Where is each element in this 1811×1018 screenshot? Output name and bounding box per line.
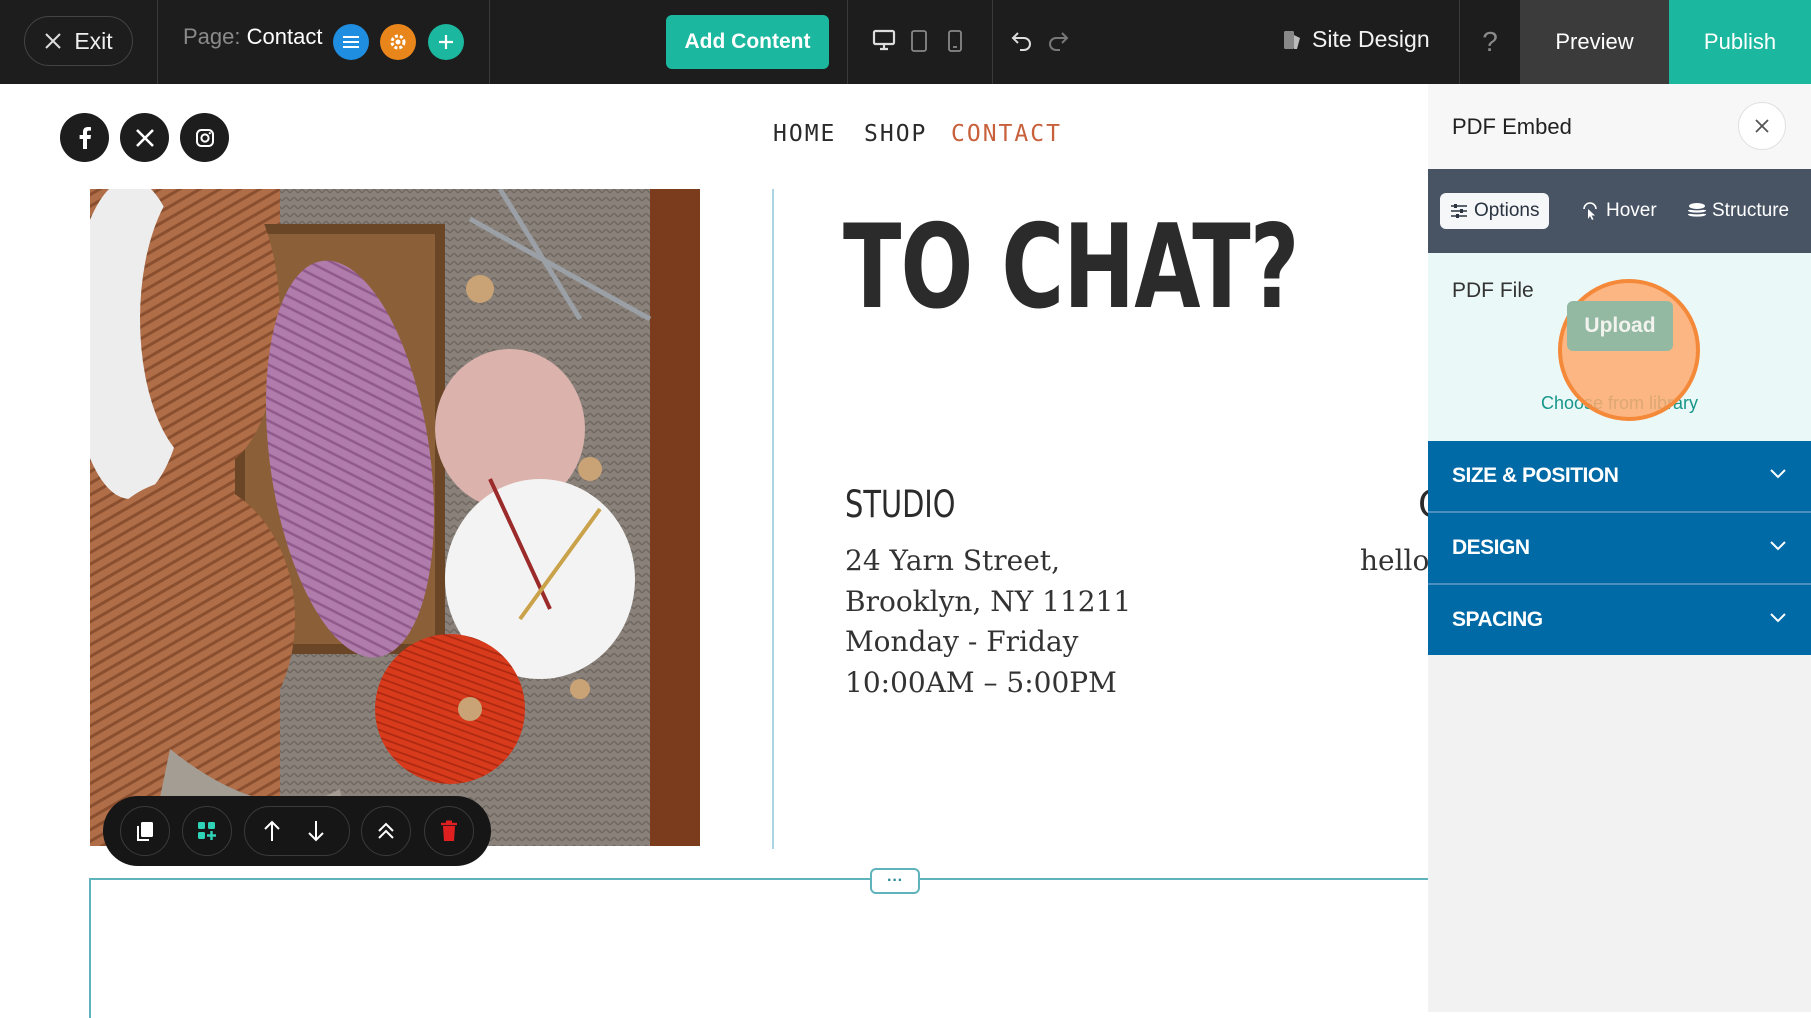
exit-label: Exit — [74, 27, 113, 54]
help-button[interactable]: ? — [1460, 0, 1520, 84]
size-position-section[interactable]: SIZE & POSITION — [1428, 441, 1811, 511]
close-icon — [1754, 118, 1770, 134]
gear-icon — [388, 32, 408, 52]
site-design-label: Site Design — [1312, 26, 1430, 52]
pdf-file-section: PDF File Choose from library Upload — [1428, 253, 1811, 441]
spacing-label: SPACING — [1452, 608, 1543, 631]
panel-title: PDF Embed — [1452, 114, 1572, 139]
pdf-file-label: PDF File — [1452, 279, 1534, 302]
plus-icon — [437, 33, 455, 51]
tab-structure-label: Structure — [1712, 200, 1790, 221]
tab-hover-label: Hover — [1606, 200, 1657, 221]
site-design-icon — [1282, 29, 1302, 51]
column-divider — [772, 189, 774, 849]
address-line: Monday - Friday — [845, 625, 1079, 658]
tab-options[interactable]: Options — [1440, 193, 1550, 229]
delete-button[interactable] — [424, 806, 474, 856]
desktop-icon[interactable] — [872, 29, 896, 51]
chevron-down-icon — [1769, 468, 1787, 480]
page-headline: TO CHAT? — [843, 200, 1299, 335]
instagram-link[interactable] — [180, 113, 229, 162]
address-line: Brooklyn, NY 11211 — [845, 585, 1132, 618]
stack-icon — [1688, 202, 1706, 220]
toolbar-divider — [489, 0, 490, 84]
top-toolbar: Exit Page: Contact Add Content Site Desi… — [0, 0, 1811, 84]
page-list-button[interactable] — [333, 24, 369, 60]
chevron-down-icon — [1769, 540, 1787, 552]
element-toolbar — [103, 796, 491, 866]
tab-hover[interactable]: Hover — [1580, 193, 1657, 229]
sliders-icon — [1450, 203, 1468, 219]
duplicate-button[interactable] — [120, 806, 170, 856]
arrow-up-icon[interactable] — [262, 819, 282, 843]
nav-shop[interactable]: SHOP — [864, 121, 927, 147]
page-name: Contact — [246, 24, 323, 49]
redo-icon[interactable] — [1046, 29, 1070, 51]
tab-structure[interactable]: Structure — [1688, 193, 1789, 229]
exit-button[interactable]: Exit — [24, 16, 133, 66]
facebook-icon — [78, 126, 92, 149]
nav-home[interactable]: HOME — [773, 121, 836, 147]
add-widget-icon — [196, 820, 218, 842]
collapse-up-icon — [376, 821, 396, 841]
email-text: hello — [1360, 544, 1430, 577]
x-link[interactable] — [120, 113, 169, 162]
arrow-down-icon[interactable] — [306, 819, 326, 843]
tablet-icon[interactable] — [910, 29, 928, 53]
section-menu-handle[interactable]: ··· — [870, 868, 920, 894]
toolbar-divider — [992, 0, 993, 84]
copy-icon — [135, 820, 155, 842]
design-section[interactable]: DESIGN — [1428, 513, 1811, 583]
nav-contact[interactable]: CONTACT — [951, 121, 1062, 147]
publish-button[interactable]: Publish — [1669, 0, 1811, 84]
page-indicator: Page: Contact — [183, 24, 322, 50]
panel-tabs: Options Hover Structure — [1428, 169, 1811, 253]
move-controls — [244, 806, 350, 856]
x-icon — [135, 128, 155, 148]
upload-button[interactable]: Upload — [1567, 301, 1673, 351]
panel-header: PDF Embed — [1428, 84, 1811, 169]
add-page-button[interactable] — [428, 24, 464, 60]
undo-icon[interactable] — [1010, 29, 1034, 51]
add-widget-button[interactable] — [182, 806, 232, 856]
yarn-photo[interactable] — [90, 189, 700, 846]
properties-panel: PDF Embed Options Hover Structure PDF Fi… — [1428, 84, 1811, 1012]
design-label: DESIGN — [1452, 536, 1530, 559]
instagram-icon — [195, 128, 215, 148]
toolbar-divider — [847, 0, 848, 84]
address-line: 10:00AM – 5:00PM — [845, 666, 1117, 699]
address-line: 24 Yarn Street, — [845, 544, 1060, 577]
tab-options-label: Options — [1474, 200, 1540, 221]
hover-icon — [1580, 201, 1600, 221]
trash-icon — [440, 820, 458, 842]
list-icon — [342, 35, 360, 49]
preview-button[interactable]: Preview — [1520, 0, 1669, 84]
page-prefix: Page: — [183, 24, 241, 49]
page-settings-button[interactable] — [380, 24, 416, 60]
panel-close-button[interactable] — [1738, 102, 1786, 150]
size-position-label: SIZE & POSITION — [1452, 464, 1619, 487]
add-content-button[interactable]: Add Content — [666, 15, 829, 69]
toolbar-divider — [157, 0, 158, 84]
studio-heading: STUDIO — [845, 483, 956, 526]
mobile-icon[interactable] — [947, 29, 963, 53]
spacing-section[interactable]: SPACING — [1428, 585, 1811, 655]
facebook-link[interactable] — [60, 113, 109, 162]
close-icon — [44, 32, 62, 50]
chevron-down-icon — [1769, 612, 1787, 624]
empty-section[interactable] — [89, 878, 1429, 1018]
site-design-button[interactable]: Site Design — [1282, 26, 1430, 53]
move-to-top-button[interactable] — [361, 806, 411, 856]
